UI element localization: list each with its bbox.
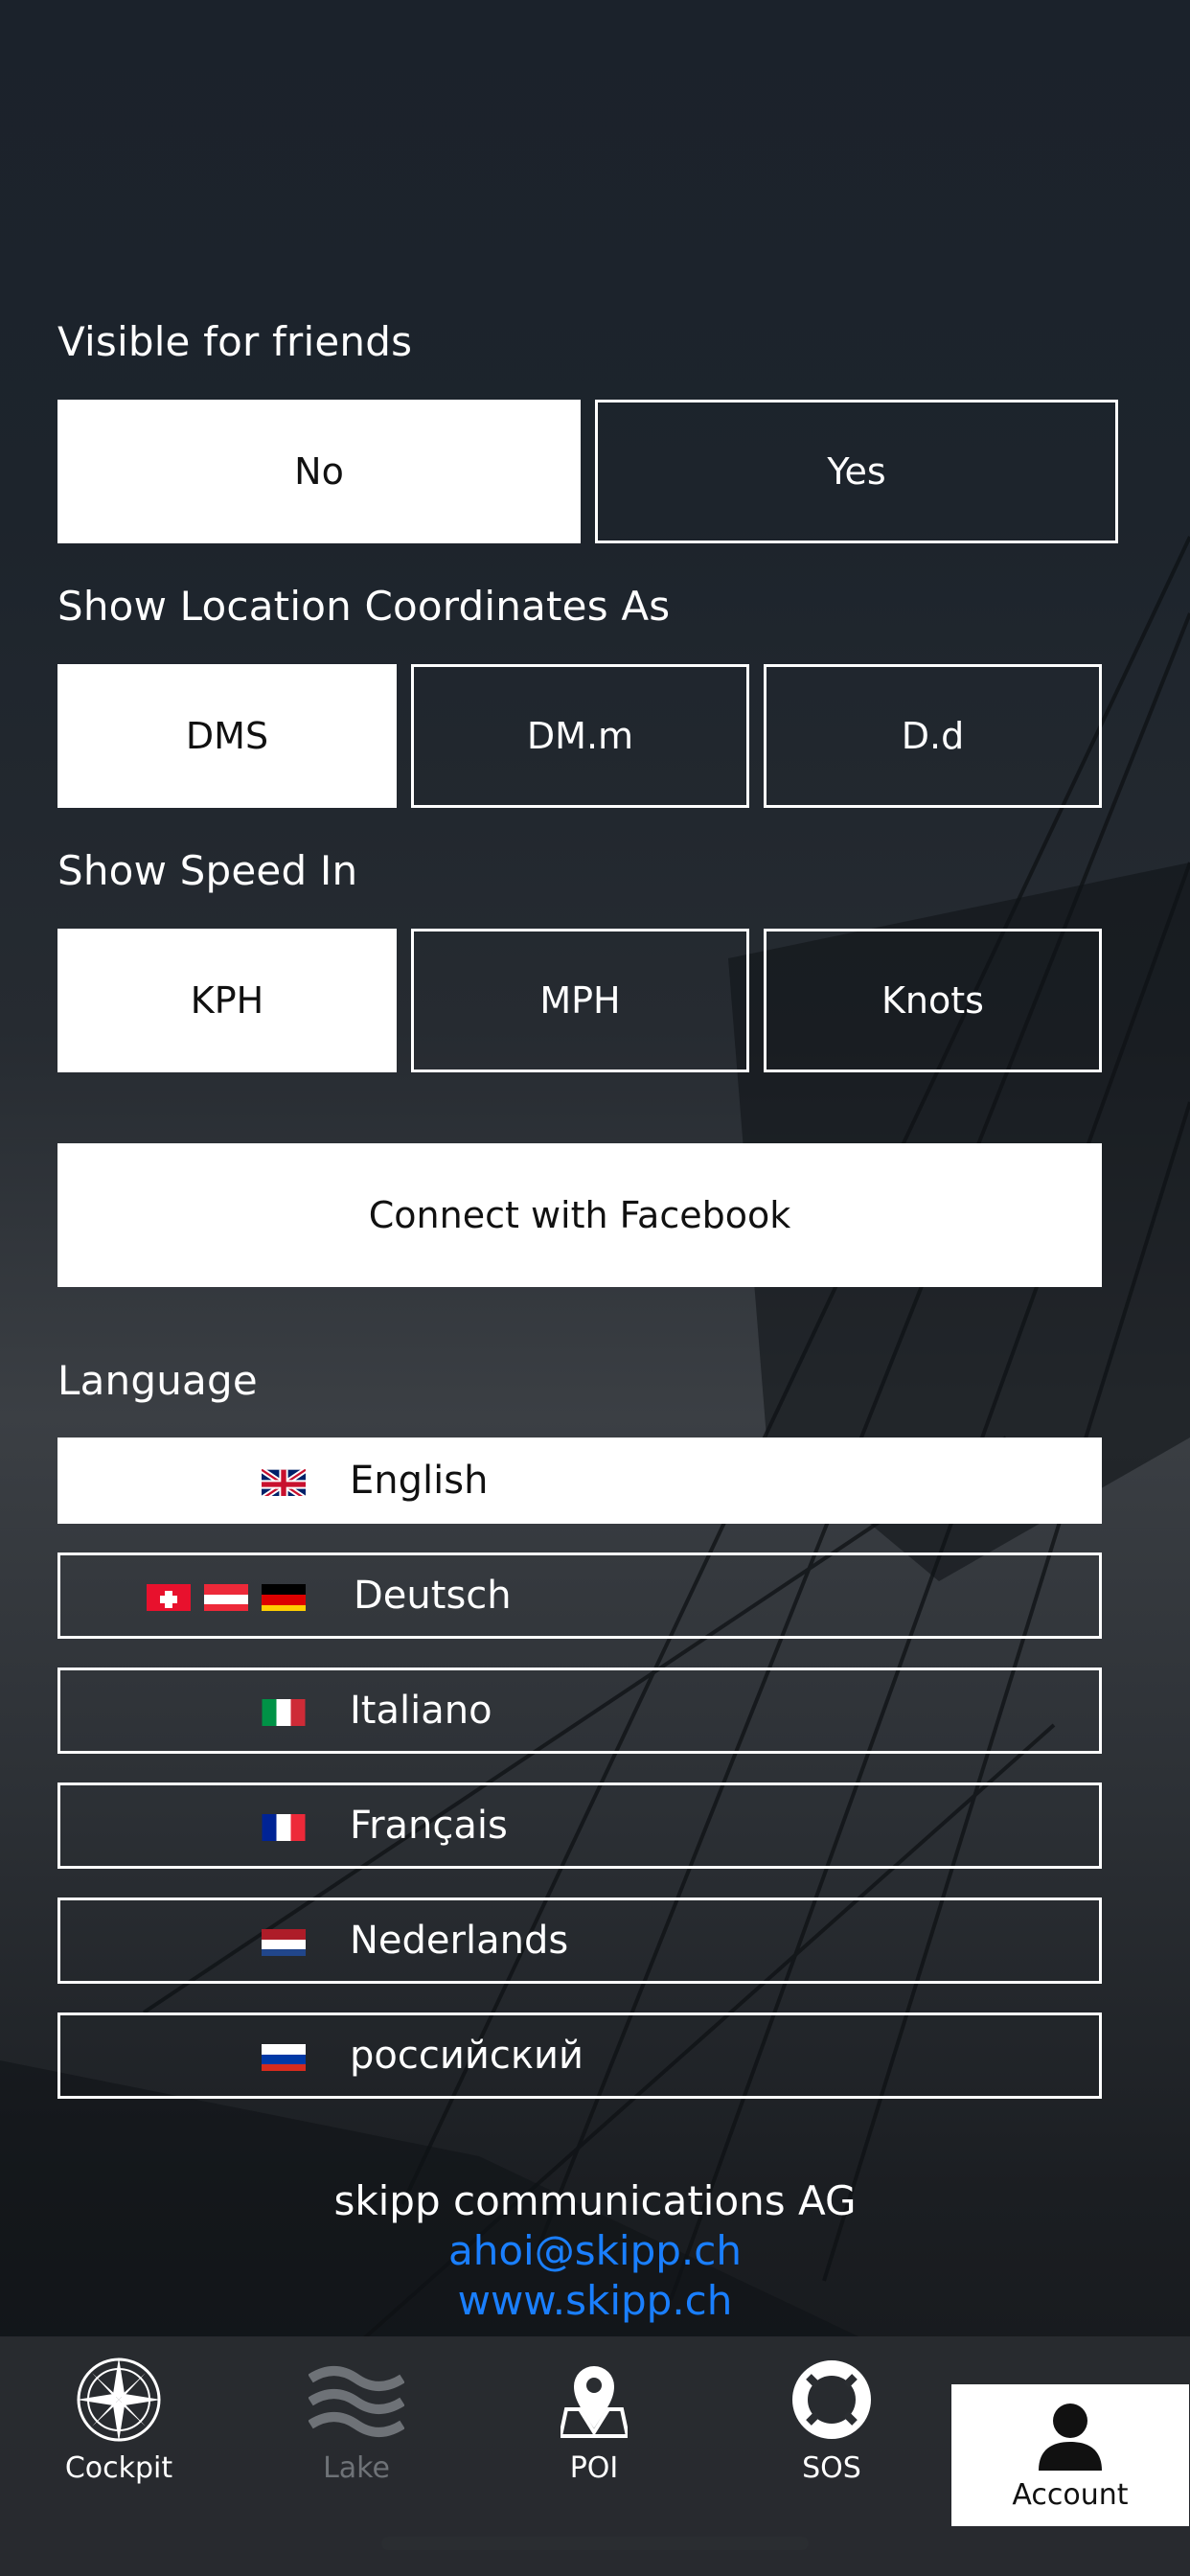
gb-flag-icon <box>262 1465 306 1496</box>
tab-sos[interactable]: SOS <box>713 2336 950 2528</box>
coordinates-label: Show Location Coordinates As <box>57 583 671 630</box>
language-label: Language <box>57 1357 258 1404</box>
it-flag-icon <box>262 1695 306 1726</box>
company-name: skipp communications AG <box>333 2177 857 2224</box>
tab-label: Cockpit <box>64 2451 173 2485</box>
speed-kph-button[interactable]: KPH <box>57 929 397 1072</box>
language-item-russian[interactable]: российский <box>57 2012 1102 2099</box>
user-icon <box>1032 2398 1109 2474</box>
website-link[interactable]: www.skipp.ch <box>0 2277 1190 2324</box>
language-item-nederlands[interactable]: Nederlands <box>57 1898 1102 1984</box>
language-item-francais[interactable]: Français <box>57 1782 1102 1869</box>
coordinates-dd-button[interactable]: D.d <box>764 664 1102 808</box>
tab-account[interactable]: Account <box>951 2384 1189 2526</box>
nl-flag-icon <box>262 1925 306 1956</box>
language-item-english[interactable]: English <box>57 1438 1102 1524</box>
tab-poi[interactable]: POI <box>475 2336 713 2528</box>
language-name: Français <box>350 1804 508 1848</box>
email-link[interactable]: ahoi@skipp.ch <box>0 2227 1190 2274</box>
ru-flag-icon <box>262 2040 306 2071</box>
visibility-yes-button[interactable]: Yes <box>595 400 1118 543</box>
speed-label: Show Speed In <box>57 847 358 894</box>
speed-mph-button[interactable]: MPH <box>411 929 749 1072</box>
coordinates-dmm-button[interactable]: DM.m <box>411 664 749 808</box>
map-pin-icon <box>546 2352 642 2448</box>
tab-cockpit[interactable]: Cockpit <box>0 2336 238 2528</box>
at-flag-icon <box>204 1580 248 1611</box>
language-item-italiano[interactable]: Italiano <box>57 1668 1102 1754</box>
language-name: российский <box>350 2034 584 2078</box>
fr-flag-icon <box>262 1810 306 1841</box>
ch-flag-icon <box>147 1580 191 1611</box>
de-flag-icon <box>262 1580 306 1611</box>
compass-icon <box>71 2352 167 2448</box>
language-name: Nederlands <box>350 1919 569 1963</box>
language-name: Italiano <box>350 1689 492 1733</box>
tab-label: POI <box>569 2451 619 2485</box>
tab-lake[interactable]: Lake <box>238 2336 475 2528</box>
visibility-label: Visible for friends <box>57 318 413 365</box>
language-name: Deutsch <box>354 1574 512 1618</box>
tab-label: Account <box>1012 2478 1129 2512</box>
home-indicator <box>381 2537 809 2550</box>
tab-label: Lake <box>323 2451 390 2485</box>
lifebuoy-icon <box>784 2352 880 2448</box>
connect-facebook-button[interactable]: Connect with Facebook <box>57 1143 1102 1287</box>
language-name: English <box>350 1459 489 1503</box>
coordinates-dms-button[interactable]: DMS <box>57 664 397 808</box>
waves-icon <box>309 2352 404 2448</box>
language-item-deutsch[interactable]: Deutsch <box>57 1552 1102 1639</box>
visibility-no-button[interactable]: No <box>57 400 581 543</box>
speed-knots-button[interactable]: Knots <box>764 929 1102 1072</box>
tab-label: SOS <box>802 2451 861 2485</box>
